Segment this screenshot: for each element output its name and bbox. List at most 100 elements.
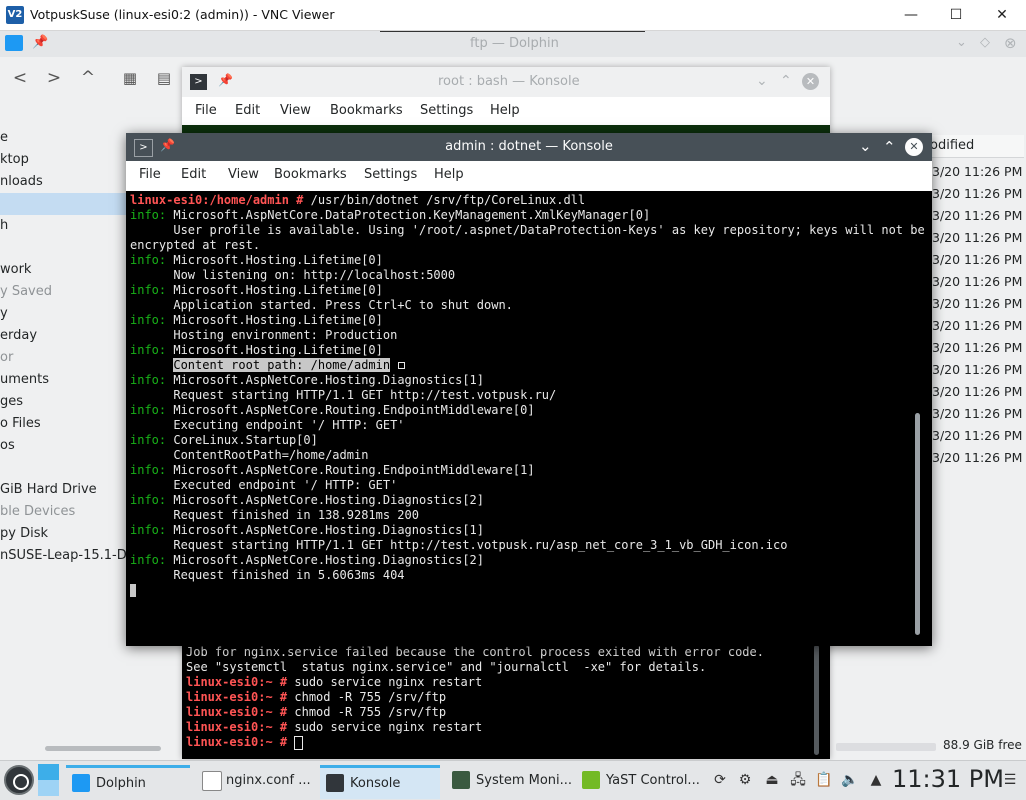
file-row-modified[interactable]: 3/20 11:26 PM	[932, 183, 1024, 205]
file-row-modified[interactable]: 3/20 11:26 PM	[932, 293, 1024, 315]
terminal-text: Request starting HTTP/1.1 GET http://tes…	[130, 538, 788, 552]
task-system-monitor[interactable]: System Moni...	[446, 765, 573, 796]
places-item-label: ble Devices	[0, 504, 76, 519]
clock[interactable]: 11:31 PM	[892, 765, 1004, 793]
compact-view-icon[interactable]: ▤	[153, 67, 175, 89]
terminal-line: See "systemctl status nginx.service" and…	[186, 660, 706, 675]
vnc-minimize-button[interactable]: —	[888, 4, 934, 26]
terminal-command-line: linux-esi0:/home/admin # /usr/bin/dotnet…	[130, 193, 585, 208]
konsole-admin-terminal[interactable]: linux-esi0:/home/admin # /usr/bin/dotnet…	[126, 191, 932, 646]
menu-bookmarks[interactable]: Bookmarks	[274, 167, 347, 182]
volume-icon[interactable]: 🔈	[840, 770, 860, 790]
chevron-down-icon[interactable]: ⌄	[956, 35, 967, 50]
places-item-label: e	[0, 130, 8, 145]
terminal-text: Microsoft.AspNetCore.Routing.EndpointMid…	[166, 463, 535, 477]
menu-view[interactable]: View	[280, 103, 311, 118]
konsole-admin-window[interactable]: > 📌 admin : dotnet — Konsole ⌄ ⌃ ✕ File E…	[126, 133, 932, 646]
free-space-label: 88.9 GiB free	[943, 738, 1022, 752]
places-scrollbar[interactable]	[45, 746, 161, 751]
file-row-modified[interactable]: 3/20 11:26 PM	[932, 249, 1024, 271]
chevron-down-icon[interactable]: ⌄	[859, 137, 872, 155]
close-icon[interactable]: ✕	[802, 73, 819, 90]
vnc-logo-icon: V2	[6, 6, 24, 24]
chevron-up-icon[interactable]: ⌃	[780, 73, 792, 89]
usb-icon[interactable]: ⏏	[762, 770, 782, 790]
places-item-label: os	[0, 438, 15, 453]
clipboard-icon[interactable]: 📋	[814, 770, 834, 790]
pin-icon[interactable]: 📌	[218, 73, 233, 87]
column-header-modified[interactable]: odified	[928, 135, 1024, 158]
desktop-1-icon[interactable]	[38, 764, 59, 780]
menu-help[interactable]: Help	[490, 103, 520, 118]
selection-handle-icon	[398, 362, 406, 369]
file-row-modified[interactable]: 3/20 11:26 PM	[932, 161, 1024, 183]
terminal-prompt: linux-esi0:~ #	[186, 720, 288, 734]
vnc-close-button[interactable]: ✕	[979, 4, 1025, 26]
menu-help[interactable]: Help	[434, 167, 464, 182]
task-folder[interactable]: Dolphin	[66, 765, 190, 799]
file-row-modified[interactable]: 3/20 11:26 PM	[932, 403, 1024, 425]
menu-settings[interactable]: Settings	[364, 167, 417, 182]
terminal-prompt: linux-esi0:~ #	[186, 735, 288, 749]
file-row-modified[interactable]: 3/20 11:26 PM	[932, 447, 1024, 469]
settings-icon[interactable]: ⚙	[735, 770, 755, 790]
task-label: YaST Control...	[606, 773, 700, 788]
terminal-text: Microsoft.AspNetCore.DataProtection.KeyM…	[166, 208, 651, 222]
places-item-label: erday	[0, 328, 38, 343]
menu-edit[interactable]: Edit	[181, 167, 206, 182]
terminal-line: info: Microsoft.Hosting.Lifetime[0]	[130, 313, 383, 328]
konsole-admin-scrollbar[interactable]	[915, 413, 920, 635]
menu-icon[interactable]: ☰	[1000, 770, 1020, 790]
konsole-root-titlebar: > 📌 root : bash — Konsole ⌄ ⌃ ✕	[182, 67, 830, 97]
terminal-log-level: info:	[130, 343, 167, 357]
places-item-label: or	[0, 350, 14, 365]
update-icon[interactable]: ⟳	[710, 770, 730, 790]
terminal-text: Now listening on: http://localhost:5000	[130, 268, 456, 282]
file-row-modified[interactable]: 3/20 11:26 PM	[932, 227, 1024, 249]
network-icon[interactable]: 🖧	[788, 770, 808, 790]
menu-file[interactable]: File	[139, 167, 161, 182]
file-row-modified[interactable]: 3/20 11:26 PM	[932, 271, 1024, 293]
menu-bookmarks[interactable]: Bookmarks	[330, 103, 403, 118]
terminal-line: linux-esi0:~ # sudo service nginx restar…	[186, 675, 482, 690]
chevron-down-icon[interactable]: ⌄	[756, 73, 768, 89]
terminal-line: info: Microsoft.AspNetCore.Routing.Endpo…	[130, 463, 535, 478]
terminal-prompt: linux-esi0:/home/admin #	[130, 193, 304, 207]
file-row-modified[interactable]: 3/20 11:26 PM	[932, 315, 1024, 337]
menu-view[interactable]: View	[228, 167, 259, 182]
application-launcher-icon[interactable]	[4, 765, 34, 795]
task-terminal[interactable]: Konsole	[320, 765, 440, 799]
close-icon[interactable]: ⊗	[1004, 34, 1017, 52]
file-row-modified[interactable]: 3/20 11:26 PM	[932, 381, 1024, 403]
tray-expand-icon[interactable]: ▲	[866, 770, 886, 790]
menu-settings[interactable]: Settings	[420, 103, 473, 118]
task-label: System Moni...	[476, 773, 573, 788]
file-row-modified[interactable]: 3/20 11:26 PM	[932, 337, 1024, 359]
column-header-label: odified	[930, 138, 975, 153]
konsole-root-scrollbar[interactable]	[814, 645, 819, 755]
terminal-text: Job for nginx.service failed because the…	[186, 645, 764, 659]
pin-icon[interactable]: 📌	[32, 35, 48, 50]
close-icon[interactable]: ✕	[905, 138, 923, 156]
vnc-maximize-button[interactable]: ☐	[933, 4, 979, 26]
forward-icon[interactable]: >	[43, 67, 65, 89]
task-text-file[interactable]: nginx.conf ...	[196, 765, 314, 796]
task-yast[interactable]: YaST Control...	[576, 765, 702, 796]
desktop-2-icon[interactable]	[38, 780, 59, 796]
chevron-up-icon[interactable]: ⌃	[883, 138, 896, 156]
file-row-modified[interactable]: 3/20 11:26 PM	[932, 425, 1024, 447]
file-row-modified[interactable]: 3/20 11:26 PM	[932, 359, 1024, 381]
terminal-line: ContentRootPath=/home/admin	[130, 448, 368, 463]
file-row-modified[interactable]: 3/20 11:26 PM	[932, 205, 1024, 227]
diamond-icon[interactable]: ◇	[980, 35, 990, 50]
back-icon[interactable]: <	[9, 67, 31, 89]
up-icon[interactable]: ^	[77, 67, 99, 89]
terminal-text: sudo service nginx restart	[287, 675, 483, 689]
menu-file[interactable]: File	[195, 103, 217, 118]
menu-edit[interactable]: Edit	[235, 103, 260, 118]
terminal-line: info: CoreLinux.Startup[0]	[130, 433, 318, 448]
terminal-text: Microsoft.AspNetCore.Routing.EndpointMid…	[166, 403, 535, 417]
terminal-text: Executed endpoint '/ HTTP: GET'	[130, 478, 398, 492]
icons-view-icon[interactable]: ▦	[119, 67, 141, 89]
